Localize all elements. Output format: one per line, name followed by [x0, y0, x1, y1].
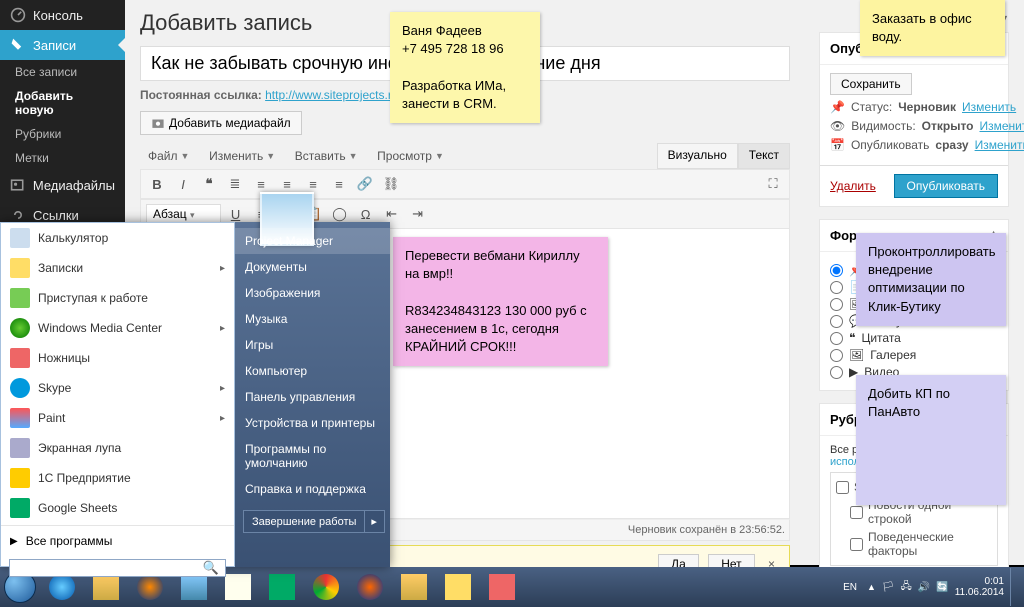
taskbar-app7[interactable] [261, 570, 303, 604]
link-button[interactable]: 🔗 [354, 173, 376, 195]
delete-post-link[interactable]: Удалить [830, 179, 876, 193]
taskbar-chrome[interactable] [305, 570, 347, 604]
menu-media[interactable]: Медиафайлы [0, 170, 125, 200]
start-all-programs[interactable]: ▶Все программы [1, 528, 234, 554]
search-icon: 🔍 [197, 560, 225, 576]
add-media-button[interactable]: Добавить медиафайл [140, 111, 302, 135]
start-getting-started[interactable]: Приступая к работе [1, 283, 234, 313]
indent-button[interactable]: ⇥ [407, 203, 429, 225]
publish-panel: Опубликовать▲ Сохранить 📌Статус: Чернови… [819, 32, 1009, 207]
start-wmc[interactable]: Windows Media Center [1, 313, 234, 343]
format-image-radio[interactable] [830, 298, 843, 311]
key-icon: 📌 [830, 100, 845, 114]
editor-toolbar-1: B I ❝ ≣ ≡ ≡ ≡ ≡ 🔗 ⛓ ⛶ [140, 169, 790, 199]
format-status-radio[interactable] [830, 315, 843, 328]
system-tray: EN ▲ 🏳 🖧 🔊 🔄 0:01 11.06.2014 [833, 568, 1024, 606]
shutdown-button[interactable]: Завершение работы▸ [243, 510, 385, 533]
editor-menu-view[interactable]: Просмотр▼ [369, 143, 452, 169]
start-notes[interactable]: Записки [1, 253, 234, 283]
menu-console[interactable]: Консоль [0, 0, 125, 30]
format-standard-radio[interactable] [830, 264, 843, 277]
start-magnifier[interactable]: Экранная лупа [1, 433, 234, 463]
sm-images[interactable]: Изображения [235, 280, 390, 306]
submenu-categories[interactable]: Рубрики [0, 122, 125, 146]
camera-icon [151, 116, 165, 130]
tray-flag-icon[interactable]: 🏳 [882, 582, 895, 593]
taskbar-notes[interactable] [437, 570, 479, 604]
start-sheets[interactable]: Google Sheets [1, 493, 234, 523]
tab-text[interactable]: Текст [738, 143, 790, 169]
start-menu: Калькулятор Записки Приступая к работе W… [0, 222, 390, 567]
sm-games[interactable]: Игры [235, 332, 390, 358]
pin-icon [10, 37, 26, 53]
start-snipping[interactable]: Ножницы [1, 343, 234, 373]
tray-clock[interactable]: 0:01 11.06.2014 [955, 576, 1004, 598]
link-icon [10, 207, 26, 223]
start-calc[interactable]: Калькулятор [1, 223, 234, 253]
quote-icon: ❝ [849, 331, 855, 345]
tray-chevron-icon[interactable]: ▲ [867, 582, 876, 592]
gauge-icon [10, 7, 26, 23]
sticky-note-3[interactable]: Перевести вебмани Кириллу на вмр!! R8342… [393, 237, 608, 366]
tray-sync-icon[interactable]: 🔄 [936, 582, 948, 593]
cat-behav[interactable]: Поведенческие факторы [836, 528, 992, 560]
calendar-icon: 📅 [830, 138, 845, 152]
align-right-button[interactable]: ≡ [328, 173, 350, 195]
format-gallery-radio[interactable] [830, 349, 843, 362]
save-draft-button[interactable]: Сохранить [830, 73, 912, 95]
submenu-tags[interactable]: Метки [0, 146, 125, 170]
sm-documents[interactable]: Документы [235, 254, 390, 280]
format-video-radio[interactable] [830, 366, 843, 379]
start-1c[interactable]: 1C Предприятие [1, 463, 234, 493]
sm-devices[interactable]: Устройства и принтеры [235, 410, 390, 436]
taskbar-firefox[interactable] [349, 570, 391, 604]
start-paint[interactable]: Paint [1, 403, 234, 433]
format-select[interactable]: Абзац ▾ [146, 204, 221, 224]
start-menu-places: Project Manager Документы Изображения Му… [235, 222, 390, 567]
tray-network-icon[interactable]: 🖧 [901, 579, 912, 596]
sm-project-manager[interactable]: Project Manager [235, 228, 390, 254]
fullscreen-button[interactable]: ⛶ [762, 173, 784, 195]
editor-menu-file[interactable]: Файл▼ [140, 143, 197, 169]
media-icon [10, 177, 26, 193]
publish-button[interactable]: Опубликовать [894, 174, 998, 198]
start-skype[interactable]: Skype [1, 373, 234, 403]
gallery-icon: 🖼 [849, 348, 864, 362]
status-edit-link[interactable]: Изменить [962, 100, 1016, 114]
sticky-note-1[interactable]: Ваня Фадеев +7 495 728 18 96 Разработка … [390, 12, 540, 123]
start-search-input[interactable] [10, 561, 197, 575]
ul-button[interactable]: ≣ [224, 173, 246, 195]
visibility-edit-link[interactable]: Изменить [980, 119, 1024, 133]
shutdown-options-arrow[interactable]: ▸ [364, 511, 383, 532]
italic-button[interactable]: I [172, 173, 194, 195]
editor-menu-edit[interactable]: Изменить▼ [201, 143, 283, 169]
submenu-add-new[interactable]: Добавить новую [0, 84, 125, 122]
submenu-all-posts[interactable]: Все записи [0, 60, 125, 84]
eye-icon: 👁 [830, 119, 845, 133]
sticky-note-4[interactable]: Проконтроллировать внедрение оптимизации… [856, 233, 1006, 326]
show-desktop-button[interactable] [1010, 568, 1018, 606]
sm-default-programs[interactable]: Программы по умолчанию [235, 436, 390, 476]
taskbar-app10[interactable] [393, 570, 435, 604]
taskbar-app12[interactable] [481, 570, 523, 604]
tab-visual[interactable]: Визуально [657, 143, 738, 169]
tray-volume-icon[interactable]: 🔊 [918, 582, 930, 593]
sm-control-panel[interactable]: Панель управления [235, 384, 390, 410]
menu-posts[interactable]: Записи [0, 30, 125, 60]
start-menu-programs: Калькулятор Записки Приступая к работе W… [0, 222, 235, 567]
editor-menu-insert[interactable]: Вставить▼ [287, 143, 366, 169]
sm-music[interactable]: Музыка [235, 306, 390, 332]
sticky-note-2[interactable]: Заказать в офис воду. [860, 0, 1005, 56]
bold-button[interactable]: B [146, 173, 168, 195]
sm-computer[interactable]: Компьютер [235, 358, 390, 384]
quote-button[interactable]: ❝ [198, 173, 220, 195]
format-aside-radio[interactable] [830, 281, 843, 294]
schedule-edit-link[interactable]: Изменить [975, 138, 1024, 152]
start-search[interactable]: 🔍 [9, 559, 226, 577]
sm-help[interactable]: Справка и поддержка [235, 476, 390, 502]
language-indicator[interactable]: EN [839, 580, 861, 595]
format-quote-radio[interactable] [830, 332, 843, 345]
unlink-button[interactable]: ⛓ [380, 173, 402, 195]
sticky-note-5[interactable]: Добить КП по ПанАвто [856, 375, 1006, 505]
